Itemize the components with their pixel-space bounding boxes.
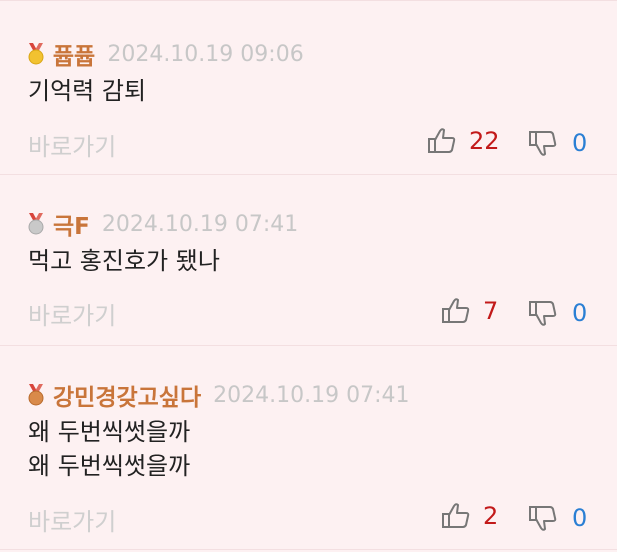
comment-line: 왜 두번씩썻을까 — [28, 452, 191, 480]
comment-line: 기억력 감퇴 — [28, 77, 147, 105]
comment-item: 퓹퓹 2024.10.19 09:06 기억력 감퇴 바로가기 22 0 — [0, 0, 617, 175]
comment-header: 극F 2024.10.19 07:41 — [27, 207, 298, 241]
comment-line: 왜 두번씩썻을까 — [28, 418, 191, 446]
comment-body: 먹고 홍진호가 됐나 — [28, 244, 220, 278]
goto-link[interactable]: 바로가기 — [28, 296, 116, 331]
thumbs-up-icon — [442, 503, 470, 528]
comment-date: 2024.10.19 07:41 — [101, 211, 299, 237]
dislike-count: 0 — [572, 129, 588, 157]
dislike-button[interactable]: 0 — [528, 129, 587, 157]
comment-body: 기억력 감퇴 — [28, 74, 146, 108]
like-button[interactable]: 22 — [427, 127, 500, 155]
like-count: 7 — [483, 297, 499, 325]
comment-item: 강민경갖고싶다 2024.10.19 07:41 왜 두번씩썻을까 왜 두번씩썻… — [0, 346, 617, 550]
dislike-button[interactable]: 0 — [528, 299, 587, 327]
like-count: 22 — [469, 127, 500, 155]
dislike-button[interactable]: 0 — [528, 504, 587, 532]
nickname[interactable]: 극F — [53, 207, 90, 241]
thumbs-down-icon — [529, 131, 557, 156]
bronze-medal-icon — [28, 384, 44, 406]
comment-date: 2024.10.19 07:41 — [213, 382, 410, 408]
nickname[interactable]: 강민경갖고싶다 — [53, 378, 201, 412]
goto-link[interactable]: 바로가기 — [28, 502, 116, 537]
thumbs-up-icon — [442, 298, 470, 323]
comment-date: 2024.10.19 09:06 — [107, 41, 304, 67]
comment-item: 극F 2024.10.19 07:41 먹고 홍진호가 됐나 바로가기 7 0 — [0, 175, 617, 346]
nickname[interactable]: 퓹퓹 — [53, 37, 95, 71]
thumbs-down-icon — [529, 506, 557, 531]
silver-medal-icon — [28, 213, 44, 235]
dislike-count: 0 — [572, 504, 588, 532]
comment-line: 먹고 홍진호가 됐나 — [28, 247, 220, 275]
thumbs-down-icon — [529, 301, 557, 326]
like-button[interactable]: 7 — [441, 297, 498, 325]
comment-body: 왜 두번씩썻을까 왜 두번씩썻을까 — [28, 415, 190, 483]
comment-header: 퓹퓹 2024.10.19 09:06 — [27, 37, 304, 71]
dislike-count: 0 — [572, 299, 588, 327]
like-button[interactable]: 2 — [441, 502, 498, 530]
gold-medal-icon — [28, 43, 44, 65]
like-count: 2 — [483, 502, 499, 530]
comment-list: 퓹퓹 2024.10.19 09:06 기억력 감퇴 바로가기 22 0 극F … — [0, 0, 617, 552]
comment-header: 강민경갖고싶다 2024.10.19 07:41 — [27, 378, 409, 412]
thumbs-up-icon — [428, 128, 456, 153]
goto-link[interactable]: 바로가기 — [28, 127, 116, 162]
